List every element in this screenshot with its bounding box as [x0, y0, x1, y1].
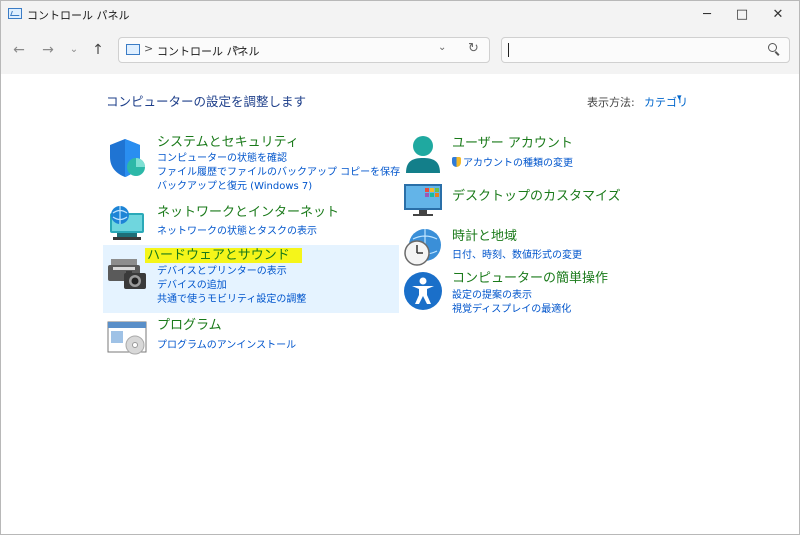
link-check-computer-status[interactable]: コンピューターの状態を確認 [157, 152, 287, 165]
link-optimize-visual-display[interactable]: 視覚ディスプレイの最適化 [452, 303, 571, 316]
programs-icon[interactable] [107, 319, 149, 357]
link-mobility-settings[interactable]: 共通で使うモビリティ設定の調整 [157, 293, 306, 306]
category-appearance[interactable]: デスクトップのカスタマイズ [452, 189, 621, 205]
printer-camera-icon[interactable] [107, 253, 149, 293]
control-panel-window: コントロール パネル ─ □ ✕ ← → ⌄ ↑ > コントロール パネル > … [0, 0, 800, 535]
link-devices-printers[interactable]: デバイスとプリンターの表示 [157, 265, 287, 278]
back-arrow-icon[interactable]: ← [9, 40, 29, 60]
link-change-date-time-format[interactable]: 日付、時刻、数値形式の変更 [452, 249, 582, 262]
control-panel-icon [126, 44, 140, 55]
title-bar: コントロール パネル ─ □ ✕ [1, 1, 799, 28]
category-network-internet[interactable]: ネットワークとインターネット [157, 205, 339, 221]
dropdown-caret-icon[interactable]: ▾ [677, 93, 682, 103]
close-button[interactable]: ✕ [760, 1, 796, 28]
search-input[interactable] [501, 37, 790, 63]
accessibility-icon[interactable] [403, 271, 443, 311]
link-change-account-type[interactable]: アカウントの種類の変更 [452, 157, 573, 170]
recent-locations-chevron-icon[interactable]: ⌄ [64, 40, 84, 60]
breadcrumb-separator-icon[interactable]: > [144, 42, 153, 55]
link-uninstall-program[interactable]: プログラムのアンインストール [157, 339, 296, 352]
category-system-security[interactable]: システムとセキュリティ [157, 135, 299, 151]
search-icon[interactable] [768, 43, 777, 52]
link-network-status[interactable]: ネットワークの状態とタスクの表示 [157, 225, 317, 238]
forward-arrow-icon[interactable]: → [38, 40, 58, 60]
link-suggested-settings[interactable]: 設定の提案の表示 [452, 289, 532, 302]
shield-icon[interactable] [107, 137, 147, 179]
view-by-label: 表示方法: [587, 96, 635, 109]
highlighted-title[interactable]: ハードウェアとサウンド [145, 248, 302, 263]
minimize-button[interactable]: ─ [689, 1, 725, 28]
maximize-button[interactable]: □ [724, 1, 760, 28]
breadcrumb-control-panel[interactable]: コントロール パネル [157, 43, 260, 59]
refresh-icon[interactable]: ↻ [468, 41, 479, 56]
clock-globe-icon[interactable] [403, 227, 443, 267]
category-ease-of-access[interactable]: コンピューターの簡単操作 [452, 271, 608, 287]
control-panel-icon [8, 8, 22, 19]
uac-shield-icon [452, 157, 461, 167]
window-title: コントロール パネル [27, 9, 130, 22]
address-dropdown-chevron-icon[interactable]: ⌄ [438, 42, 446, 53]
text-cursor [508, 43, 509, 57]
network-globe-icon[interactable] [107, 203, 147, 243]
link-file-history-backup[interactable]: ファイル履歴でファイルのバックアップ コピーを保存 [157, 166, 400, 179]
link-backup-restore[interactable]: バックアップと復元 (Windows 7) [157, 180, 312, 193]
user-account-icon[interactable] [404, 135, 442, 175]
category-hardware-sound[interactable]: ハードウェアとサウンド [145, 248, 302, 264]
breadcrumb-separator-icon[interactable]: > [232, 42, 241, 55]
link-change-account-type-label[interactable]: アカウントの種類の変更 [463, 158, 573, 169]
category-clock-region[interactable]: 時計と地域 [452, 229, 517, 245]
desktop-monitor-icon[interactable] [403, 182, 443, 218]
link-add-device[interactable]: デバイスの追加 [157, 279, 227, 292]
up-arrow-icon[interactable]: ↑ [88, 40, 108, 60]
category-programs[interactable]: プログラム [157, 318, 222, 334]
address-bar[interactable]: > コントロール パネル > ⌄ ↻ [118, 37, 490, 63]
navigation-bar: ← → ⌄ ↑ > コントロール パネル > ⌄ ↻ [1, 28, 799, 74]
page-title: コンピューターの設定を調整します [106, 94, 307, 109]
category-user-accounts[interactable]: ユーザー アカウント [452, 136, 573, 152]
